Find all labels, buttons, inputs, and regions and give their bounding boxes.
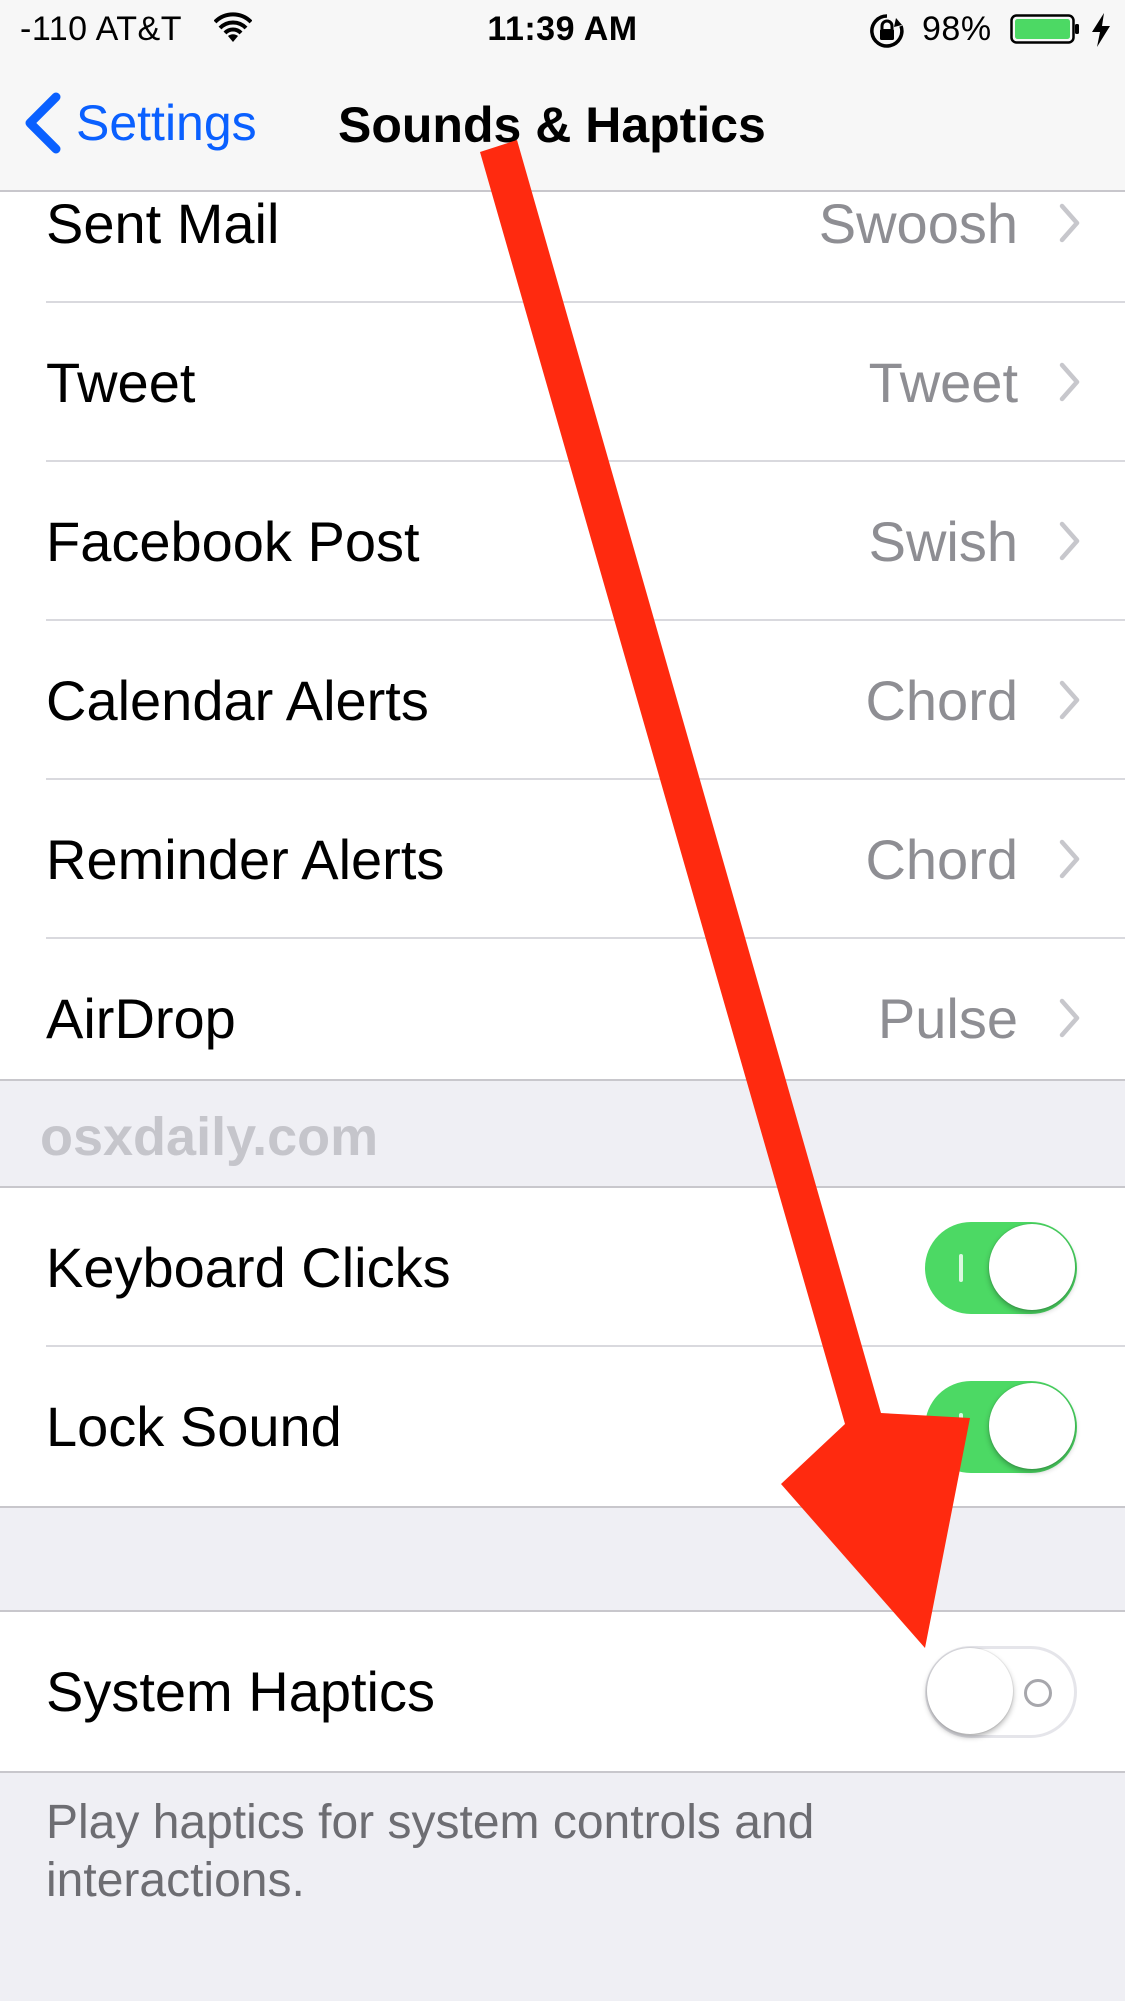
back-button-label: Settings [76,95,257,151]
status-bar: -110 AT&T 11:39 AM 98% [0,0,1125,60]
chevron-right-icon [1059,680,1080,720]
charging-bolt-icon [1092,13,1110,47]
toggle-knob [989,1224,1075,1310]
row-label: AirDrop [46,987,236,1050]
row-label: Reminder Alerts [46,828,445,891]
row-label: Facebook Post [46,510,420,573]
row-label: Calendar Alerts [46,669,429,732]
list-item-reminder-alerts[interactable]: Reminder Alerts Chord [0,780,1125,939]
battery-icon [1010,14,1079,44]
row-label: System Haptics [46,1660,435,1723]
row-label: Keyboard Clicks [46,1236,451,1299]
row-label: Lock Sound [46,1395,342,1458]
toggle-off-mark [1024,1679,1052,1707]
list-item-sent-mail[interactable]: Sent Mail Swoosh [0,192,1125,303]
keyboard-clicks-toggle[interactable] [925,1222,1077,1314]
lock-sound-toggle[interactable] [925,1381,1077,1473]
sounds-list: Sent Mail Swoosh Tweet Tweet Facebook Po… [0,192,1125,1079]
chevron-right-icon [1059,839,1080,879]
battery-percent: 98% [922,10,992,48]
list-item-facebook-post[interactable]: Facebook Post Swish [0,462,1125,621]
list-item-lock-sound: Lock Sound [0,1347,1125,1506]
toggle-knob [989,1383,1075,1469]
toggle-knob [927,1648,1013,1734]
row-label: Tweet [46,351,196,414]
navigation-bar: Settings Sounds & Haptics [0,60,1125,192]
row-value: Chord [865,828,1018,891]
list-item-airdrop[interactable]: AirDrop Pulse [0,939,1125,1079]
watermark: osxdaily.com [40,1107,379,1167]
system-sounds-list: Keyboard Clicks Lock Sound [0,1186,1125,1508]
list-item-system-haptics: System Haptics [0,1612,1125,1771]
rotation-lock-icon [870,14,904,48]
list-item-keyboard-clicks: Keyboard Clicks [0,1188,1125,1347]
chevron-left-icon [25,92,61,154]
row-value: Tweet [868,351,1018,414]
list-item-calendar-alerts[interactable]: Calendar Alerts Chord [0,621,1125,780]
haptics-list: System Haptics [0,1610,1125,1773]
chevron-right-icon [1059,998,1080,1038]
row-value: Chord [865,669,1018,732]
row-value: Swish [868,510,1018,573]
chevron-right-icon [1059,362,1080,402]
section-footer: Play haptics for system controls and int… [46,1796,815,1907]
list-item-tweet[interactable]: Tweet Tweet [0,303,1125,462]
row-value: Pulse [877,987,1018,1050]
back-button[interactable]: Settings [20,88,257,158]
chevron-right-icon [1059,521,1080,561]
row-value: Swoosh [818,192,1018,255]
toggle-on-mark [959,1254,963,1282]
toggle-on-mark [959,1413,963,1441]
row-label: Sent Mail [46,192,280,255]
group-border [0,1079,1125,1081]
chevron-right-icon [1059,203,1080,243]
system-haptics-toggle[interactable] [925,1646,1077,1738]
page-title: Sounds & Haptics [338,97,766,153]
